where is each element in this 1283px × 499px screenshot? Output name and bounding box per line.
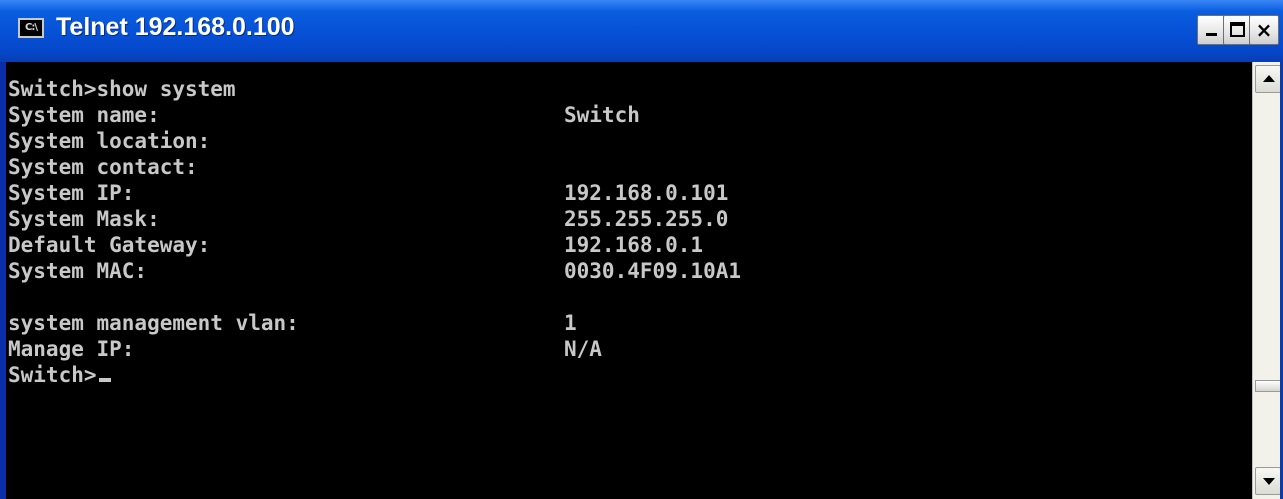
minimize-icon <box>1206 33 1217 36</box>
output-row: System location: <box>8 128 210 154</box>
field-label: system management vlan: <box>8 311 299 335</box>
close-button[interactable]: × <box>1249 15 1279 45</box>
prompt-line[interactable]: Switch> <box>8 362 111 388</box>
maximize-icon <box>1230 22 1245 37</box>
field-value: 1 <box>564 311 577 335</box>
command-text: Switch>show system <box>8 77 236 101</box>
field-label: System contact: <box>8 155 198 179</box>
field-value: 255.255.255.0 <box>564 207 729 231</box>
prompt-wrap[interactable]: Switch> <box>8 362 111 388</box>
output-row: system management vlan: 1 <box>8 310 577 336</box>
prompt-text: Switch> <box>8 363 97 387</box>
field-value: 0030.4F09.10A1 <box>564 259 742 283</box>
arrow-down-icon <box>1263 478 1275 485</box>
console-app-icon[interactable]: C:\ <box>18 18 44 38</box>
scroll-up-button[interactable] <box>1255 65 1281 93</box>
command-line: Switch>show system <box>8 76 236 102</box>
field-label: System IP: <box>8 181 135 205</box>
field-label: System MAC: <box>8 259 148 283</box>
telnet-window: C:\ Telnet 192.168.0.100 × Switch>show s… <box>0 0 1283 499</box>
scroll-thumb[interactable] <box>1255 380 1281 392</box>
field-label: Default Gateway: <box>8 233 211 257</box>
output-row: Default Gateway: 192.168.0.1 <box>8 232 703 258</box>
field-label: System location: <box>8 129 211 153</box>
close-icon: × <box>1255 18 1273 42</box>
field-value: 192.168.0.101 <box>564 181 729 205</box>
field-label: System name: <box>8 103 160 127</box>
output-row: System MAC: 0030.4F09.10A1 <box>8 258 741 284</box>
output-row: System Mask: 255.255.255.0 <box>8 206 728 232</box>
field-value: N/A <box>564 337 602 361</box>
output-row: System IP: 192.168.0.101 <box>8 180 728 206</box>
field-value: Switch <box>564 103 640 127</box>
vertical-scrollbar[interactable] <box>1252 62 1283 499</box>
minimize-button[interactable] <box>1197 15 1225 45</box>
output-row: System contact: <box>8 154 198 180</box>
field-label: Manage IP: <box>8 337 135 361</box>
title-bar[interactable]: C:\ Telnet 192.168.0.100 × <box>0 0 1283 62</box>
maximize-button[interactable] <box>1223 15 1251 45</box>
output-row: Manage IP: N/A <box>8 336 602 362</box>
window-title: Telnet 192.168.0.100 <box>56 13 295 41</box>
arrow-up-icon <box>1263 75 1275 82</box>
output-row: System name: Switch <box>8 102 640 128</box>
field-label: System Mask: <box>8 207 160 231</box>
console-text: Switch>show system System name: Switch S… <box>8 76 741 388</box>
field-value: 192.168.0.1 <box>564 233 704 257</box>
scroll-down-button[interactable] <box>1255 467 1281 495</box>
text-cursor <box>98 378 111 382</box>
